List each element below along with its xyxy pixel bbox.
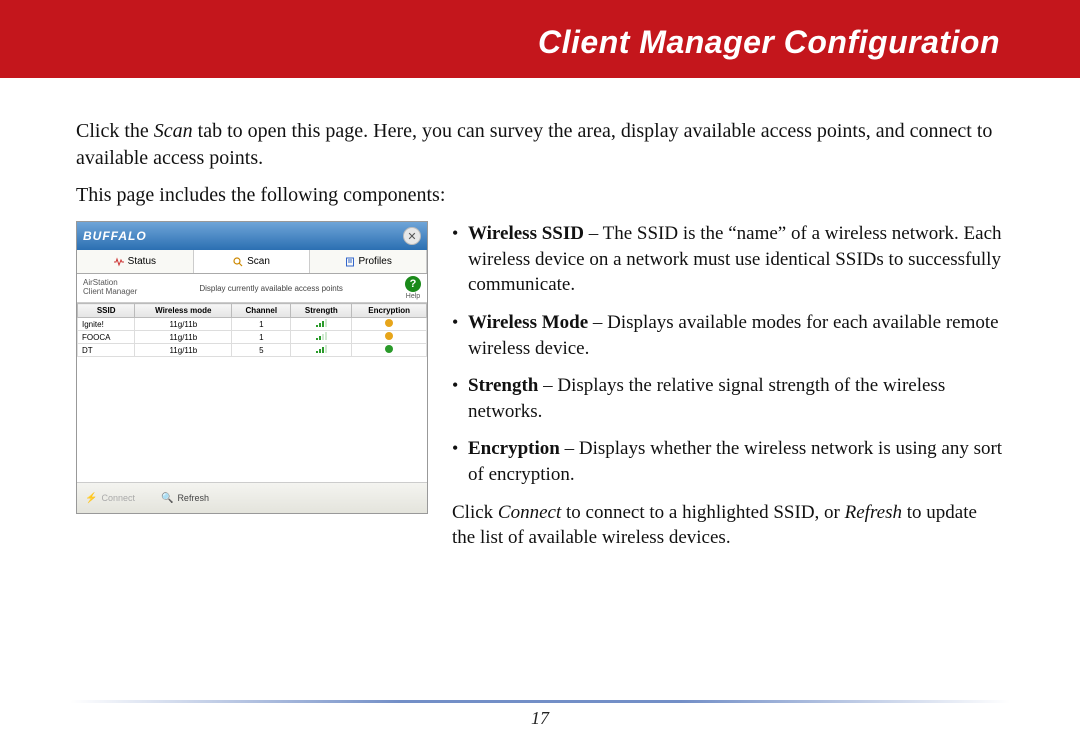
- col-encryption[interactable]: Encryption: [352, 304, 427, 318]
- intro-text-b: tab to open this page. Here, you can sur…: [76, 120, 992, 169]
- refresh-label: Refresh: [177, 493, 209, 503]
- tail-paragraph: Click Connect to connect to a highlighte…: [452, 500, 1004, 551]
- tab-profiles-label: Profiles: [359, 256, 392, 267]
- tab-bar: Status Scan Profiles: [77, 250, 427, 274]
- sub-caption: Display currently available access point…: [137, 284, 405, 293]
- connect-button[interactable]: ⚡ Connect: [85, 493, 135, 504]
- page-title: Client Manager Configuration: [538, 24, 1000, 61]
- title-bar: BUFFALO ✕: [77, 222, 427, 250]
- cell-channel: 1: [232, 318, 291, 331]
- app-window: BUFFALO ✕ Status Scan Profiles: [76, 221, 428, 514]
- intro-paragraph-2: This page includes the following compone…: [76, 182, 1004, 209]
- tab-profiles[interactable]: Profiles: [310, 250, 427, 273]
- sub-bar: AirStation Client Manager Display curren…: [77, 274, 427, 303]
- col-channel[interactable]: Channel: [232, 304, 291, 318]
- cell-ssid: FOOCA: [78, 331, 135, 344]
- cell-mode: 11g/11b: [135, 344, 232, 357]
- header-band: Client Manager Configuration: [0, 0, 1080, 78]
- cell-strength: [291, 318, 352, 331]
- table-row[interactable]: Ignite!11g/11b1: [78, 318, 427, 331]
- tail-refresh: Refresh: [845, 502, 902, 523]
- bullet-column: Wireless SSID – The SSID is the “name” o…: [452, 221, 1004, 551]
- tail-b: to connect to a highlighted SSID, or: [561, 502, 844, 523]
- col-strength[interactable]: Strength: [291, 304, 352, 318]
- cell-ssid: DT: [78, 344, 135, 357]
- table-row[interactable]: FOOCA11g/11b1: [78, 331, 427, 344]
- cell-channel: 1: [232, 331, 291, 344]
- bullet-term: Wireless SSID: [468, 223, 584, 244]
- page-number: 17: [531, 708, 549, 729]
- bullet-item: Wireless Mode – Displays available modes…: [452, 310, 1004, 361]
- bullet-item: Strength – Displays the relative signal …: [452, 373, 1004, 424]
- tail-connect: Connect: [498, 502, 561, 523]
- content-area: Click the Scan tab to open this page. He…: [0, 78, 1080, 551]
- cell-channel: 5: [232, 344, 291, 357]
- connect-label: Connect: [101, 493, 135, 503]
- bullet-desc: – Displays the relative signal strength …: [468, 375, 945, 422]
- bullet-item: Wireless SSID – The SSID is the “name” o…: [452, 221, 1004, 298]
- sub-bar-left: AirStation Client Manager: [83, 279, 137, 297]
- intro-paragraph-1: Click the Scan tab to open this page. He…: [76, 118, 1004, 172]
- sub-left-2: Client Manager: [83, 288, 137, 297]
- signal-bars-icon: [316, 319, 327, 327]
- bullet-item: Encryption – Displays whether the wirele…: [452, 436, 1004, 487]
- window-footer: ⚡ Connect 🔍 Refresh: [77, 483, 427, 513]
- ap-table: SSID Wireless mode Channel Strength Encr…: [77, 303, 427, 357]
- cell-encryption: [352, 318, 427, 331]
- cell-mode: 11g/11b: [135, 318, 232, 331]
- bolt-icon: ⚡: [85, 493, 97, 504]
- help-wrap[interactable]: ? Help: [405, 276, 421, 300]
- cell-encryption: [352, 331, 427, 344]
- cell-ssid: Ignite!: [78, 318, 135, 331]
- tail-a: Click: [452, 502, 498, 523]
- close-icon[interactable]: ✕: [403, 227, 421, 245]
- scan-word: Scan: [154, 120, 193, 142]
- cell-strength: [291, 331, 352, 344]
- table-header-row: SSID Wireless mode Channel Strength Encr…: [78, 304, 427, 318]
- encryption-icon: [385, 332, 393, 340]
- cell-strength: [291, 344, 352, 357]
- col-ssid[interactable]: SSID: [78, 304, 135, 318]
- two-column-layout: BUFFALO ✕ Status Scan Profiles: [76, 221, 1004, 551]
- bullet-term: Wireless Mode: [468, 312, 588, 333]
- screenshot-figure: BUFFALO ✕ Status Scan Profiles: [76, 221, 428, 514]
- bullet-list: Wireless SSID – The SSID is the “name” o…: [452, 221, 1004, 488]
- profiles-icon: [345, 257, 355, 267]
- magnifier-icon: 🔍: [161, 493, 173, 504]
- refresh-button[interactable]: 🔍 Refresh: [161, 493, 209, 504]
- encryption-icon: [385, 345, 393, 353]
- status-icon: [114, 257, 124, 267]
- brand-logo: BUFFALO: [83, 229, 147, 243]
- table-area: SSID Wireless mode Channel Strength Encr…: [77, 303, 427, 483]
- tab-status[interactable]: Status: [77, 250, 194, 273]
- footer-rule: [70, 700, 1010, 703]
- cell-encryption: [352, 344, 427, 357]
- bullet-term: Encryption: [468, 438, 560, 459]
- intro-text-a: Click the: [76, 120, 154, 142]
- col-mode[interactable]: Wireless mode: [135, 304, 232, 318]
- help-icon: ?: [405, 276, 421, 292]
- signal-bars-icon: [316, 332, 327, 340]
- help-label: Help: [406, 293, 420, 300]
- signal-bars-icon: [316, 345, 327, 353]
- tab-scan[interactable]: Scan: [194, 250, 311, 273]
- scan-icon: [233, 257, 243, 267]
- table-row[interactable]: DT11g/11b5: [78, 344, 427, 357]
- encryption-icon: [385, 319, 393, 327]
- tab-status-label: Status: [128, 256, 156, 267]
- tab-scan-label: Scan: [247, 256, 270, 267]
- bullet-term: Strength: [468, 375, 538, 396]
- cell-mode: 11g/11b: [135, 331, 232, 344]
